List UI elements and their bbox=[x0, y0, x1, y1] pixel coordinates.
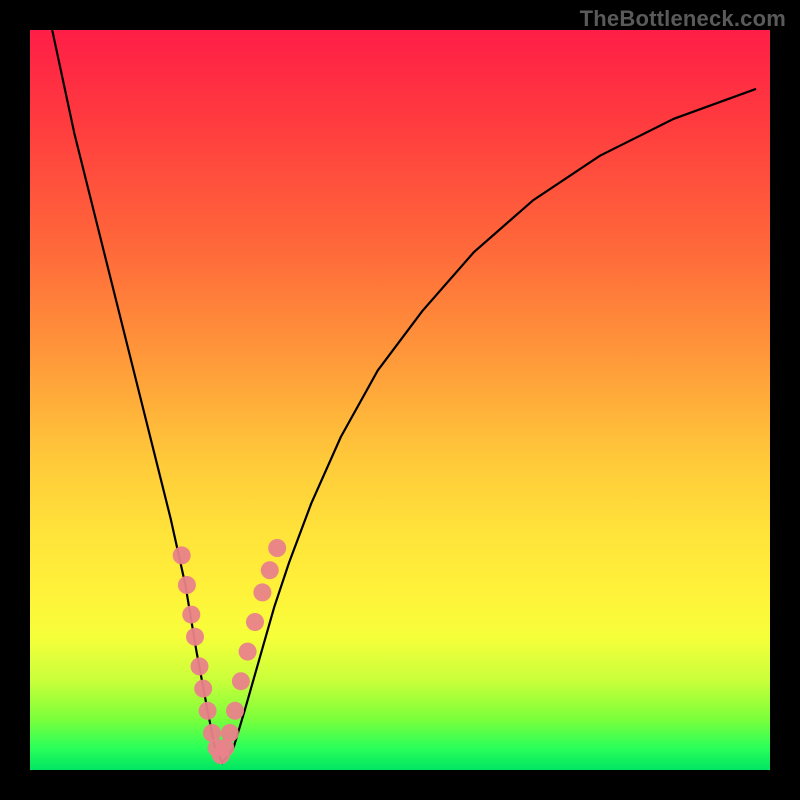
marker-dot bbox=[239, 643, 257, 661]
curve-layer bbox=[30, 30, 770, 770]
marker-dot bbox=[261, 561, 279, 579]
marker-dot bbox=[186, 628, 204, 646]
bottleneck-curve-path bbox=[52, 30, 755, 763]
marker-dot bbox=[268, 539, 286, 557]
marker-dot bbox=[191, 657, 209, 675]
marker-dot bbox=[178, 576, 196, 594]
marker-dot bbox=[246, 613, 264, 631]
marker-dot bbox=[221, 724, 239, 742]
marker-group bbox=[173, 539, 287, 764]
plot-area bbox=[30, 30, 770, 770]
marker-dot bbox=[173, 546, 191, 564]
marker-dot bbox=[194, 680, 212, 698]
watermark-text: TheBottleneck.com bbox=[580, 6, 786, 32]
marker-dot bbox=[253, 583, 271, 601]
marker-dot bbox=[199, 702, 217, 720]
marker-dot bbox=[226, 702, 244, 720]
marker-dot bbox=[232, 672, 250, 690]
chart-frame: TheBottleneck.com bbox=[0, 0, 800, 800]
marker-dot bbox=[182, 606, 200, 624]
